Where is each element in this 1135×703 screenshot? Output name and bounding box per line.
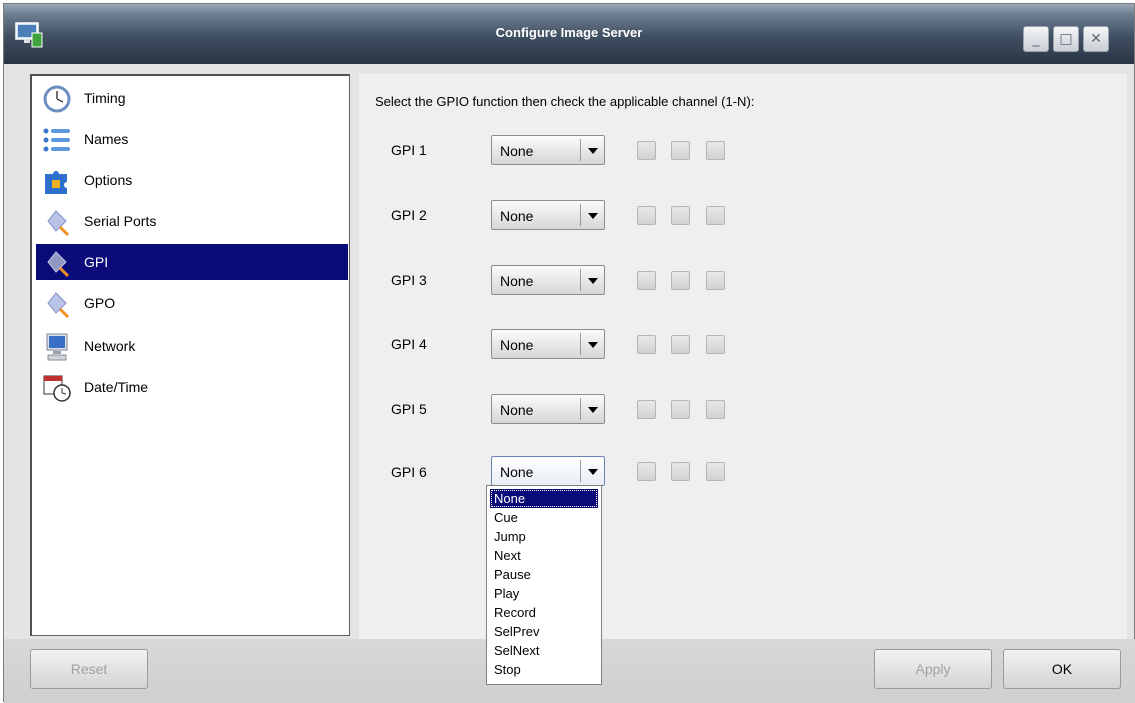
gpi-settings-panel: Select the GPIO function then check the …: [359, 74, 1127, 639]
sidebar-item-label: Options: [84, 172, 133, 188]
gpi-function-select[interactable]: None: [491, 394, 605, 424]
dropdown-option[interactable]: Pause: [490, 565, 598, 584]
clock-icon: [43, 85, 71, 113]
divider: [580, 333, 581, 355]
chevron-down-icon: [588, 278, 598, 284]
channel-checkbox[interactable]: [637, 141, 656, 160]
divider: [580, 460, 581, 482]
computer-icon: [46, 333, 68, 361]
channel-checkbox[interactable]: [706, 271, 725, 290]
gpi-label: GPI 3: [391, 272, 427, 288]
puzzle-icon: [45, 171, 67, 194]
gpi-function-select[interactable]: None: [491, 265, 605, 295]
sidebar-item-label: Timing: [84, 90, 126, 106]
channel-checkbox[interactable]: [671, 206, 690, 225]
sidebar-item-label: Serial Ports: [84, 213, 157, 229]
selected-value: None: [500, 143, 534, 159]
close-button[interactable]: ✕: [1083, 26, 1109, 52]
sidebar-item-network[interactable]: Network: [36, 328, 348, 364]
channel-checkbox[interactable]: [671, 271, 690, 290]
channel-checkbox[interactable]: [671, 400, 690, 419]
plug-icon: [47, 251, 70, 278]
channel-checkbox[interactable]: [671, 462, 690, 481]
category-list[interactable]: Timing Names Options Serial Ports GPI GP…: [30, 74, 350, 636]
sidebar-item-label: Network: [84, 338, 136, 354]
selected-value: None: [500, 464, 534, 480]
divider: [580, 204, 581, 226]
divider: [580, 398, 581, 420]
plug-icon: [47, 210, 70, 237]
channel-checkbox[interactable]: [706, 400, 725, 419]
channel-checkbox[interactable]: [706, 462, 725, 481]
channel-checkbox[interactable]: [637, 206, 656, 225]
sidebar-item-gpo[interactable]: GPO: [36, 285, 348, 321]
channel-checkbox[interactable]: [637, 462, 656, 481]
selected-value: None: [500, 208, 534, 224]
gpi-label: GPI 2: [391, 207, 427, 223]
channel-checkbox[interactable]: [671, 335, 690, 354]
dropdown-option[interactable]: None: [490, 489, 598, 508]
gpi-label: GPI 4: [391, 336, 427, 352]
gpi-function-select-open[interactable]: None: [491, 456, 605, 486]
divider: [580, 139, 581, 161]
gpi-label: GPI 6: [391, 464, 427, 480]
ok-button[interactable]: OK: [1003, 649, 1121, 689]
channel-checkbox[interactable]: [637, 271, 656, 290]
calendar-clock-icon: [43, 375, 71, 402]
function-dropdown-list[interactable]: None Cue Jump Next Pause Play Record Sel…: [486, 485, 602, 685]
dropdown-option[interactable]: Cue: [490, 508, 598, 527]
dropdown-option[interactable]: SelPrev: [490, 622, 598, 641]
gpi-label: GPI 1: [391, 142, 427, 158]
channel-checkbox[interactable]: [637, 335, 656, 354]
window-title: Configure Image Server: [495, 25, 643, 40]
divider: [580, 269, 581, 291]
reset-button[interactable]: Reset: [30, 649, 148, 689]
channel-checkbox[interactable]: [706, 206, 725, 225]
dropdown-option[interactable]: Jump: [490, 527, 598, 546]
sidebar-item-names[interactable]: Names: [36, 121, 348, 157]
sidebar-item-timing[interactable]: Timing: [36, 80, 348, 116]
dropdown-option[interactable]: Stop: [490, 660, 598, 679]
chevron-down-icon: [588, 213, 598, 219]
dropdown-option[interactable]: Next: [490, 546, 598, 565]
selected-value: None: [500, 337, 534, 353]
sidebar-item-gpi[interactable]: GPI: [36, 244, 348, 280]
channel-checkbox[interactable]: [706, 141, 725, 160]
dropdown-option[interactable]: Record: [490, 603, 598, 622]
gpi-label: GPI 5: [391, 401, 427, 417]
sidebar-item-label: GPO: [84, 295, 116, 311]
sidebar-item-label: GPI: [84, 254, 109, 270]
channel-checkbox[interactable]: [671, 141, 690, 160]
selected-value: None: [500, 402, 534, 418]
chevron-down-icon: [588, 342, 598, 348]
list-icon: [43, 128, 70, 152]
chevron-down-icon: [588, 469, 598, 475]
chevron-down-icon: [588, 407, 598, 413]
dropdown-option[interactable]: SelNext: [490, 641, 598, 660]
sidebar-item-label: Names: [84, 131, 129, 147]
sidebar-item-serial-ports[interactable]: Serial Ports: [36, 203, 348, 239]
plug-icon: [47, 292, 70, 319]
sidebar-item-options[interactable]: Options: [36, 162, 348, 198]
maximize-button[interactable]: □: [1053, 26, 1079, 52]
channel-checkbox[interactable]: [706, 335, 725, 354]
dropdown-option[interactable]: Play: [490, 584, 598, 603]
gpi-function-select[interactable]: None: [491, 135, 605, 165]
instruction-text: Select the GPIO function then check the …: [375, 94, 755, 109]
sidebar-item-date-time[interactable]: Date/Time: [36, 369, 348, 405]
gpi-function-select[interactable]: None: [491, 329, 605, 359]
chevron-down-icon: [588, 148, 598, 154]
selected-value: None: [500, 273, 534, 289]
channel-checkbox[interactable]: [637, 400, 656, 419]
apply-button[interactable]: Apply: [874, 649, 992, 689]
title-bar[interactable]: Configure Image Server _ □ ✕: [4, 4, 1134, 64]
gpi-function-select[interactable]: None: [491, 200, 605, 230]
minimize-button[interactable]: _: [1023, 26, 1049, 52]
sidebar-item-label: Date/Time: [84, 379, 149, 395]
